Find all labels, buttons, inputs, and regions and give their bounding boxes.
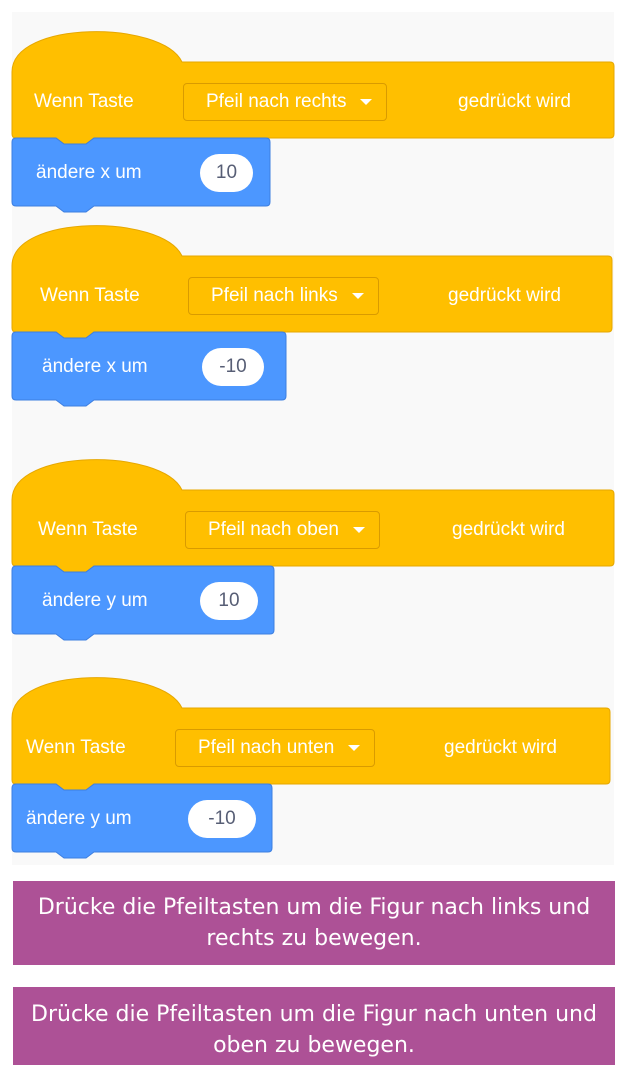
script-shapes <box>11 31 615 213</box>
script-shapes <box>11 459 615 641</box>
motion-label: ändere x um <box>42 356 148 377</box>
key-dropdown[interactable]: Pfeil nach links <box>188 277 379 315</box>
script-arrow-left: Wenn Taste Pfeil nach links gedrückt wir… <box>11 224 614 424</box>
key-dropdown-label: Pfeil nach oben <box>208 519 339 540</box>
key-dropdown-label: Pfeil nach rechts <box>206 91 347 112</box>
motion-label: ändere y um <box>26 808 132 829</box>
script-shapes <box>11 677 611 859</box>
hat-prefix: Wenn Taste <box>40 285 140 306</box>
chevron-down-icon <box>360 99 373 105</box>
hat-prefix: Wenn Taste <box>38 519 138 540</box>
key-dropdown[interactable]: Pfeil nach rechts <box>183 83 388 121</box>
key-dropdown[interactable]: Pfeil nach oben <box>185 511 380 549</box>
hat-suffix: gedrückt wird <box>452 519 565 540</box>
instruction-banner: Drücke die Pfeiltasten um die Figur nach… <box>13 881 615 965</box>
hat-suffix: gedrückt wird <box>458 91 571 112</box>
value-input[interactable]: -10 <box>188 800 256 838</box>
chevron-down-icon <box>348 745 361 751</box>
motion-label: ändere y um <box>42 590 148 611</box>
key-dropdown[interactable]: Pfeil nach unten <box>175 729 376 767</box>
instruction-banner: Drücke die Pfeiltasten um die Figur nach… <box>13 987 615 1065</box>
hat-prefix: Wenn Taste <box>26 737 126 758</box>
script-shapes <box>11 225 613 407</box>
code-area: Wenn Taste Pfeil nach rechts gedrückt wi… <box>11 12 615 865</box>
value-input[interactable]: -10 <box>202 348 264 386</box>
script-arrow-up: Wenn Taste Pfeil nach oben gedrückt wird… <box>11 458 615 658</box>
key-dropdown-label: Pfeil nach unten <box>198 737 335 758</box>
chevron-down-icon <box>351 293 364 299</box>
hat-suffix: gedrückt wird <box>448 285 561 306</box>
key-dropdown-label: Pfeil nach links <box>211 285 338 306</box>
hat-suffix: gedrückt wird <box>444 737 557 758</box>
motion-label: ändere x um <box>36 162 142 183</box>
value-input[interactable]: 10 <box>200 582 258 620</box>
script-arrow-right: Wenn Taste Pfeil nach rechts gedrückt wi… <box>11 30 615 230</box>
hat-prefix: Wenn Taste <box>34 91 134 112</box>
value-input[interactable]: 10 <box>200 154 253 192</box>
script-arrow-down: Wenn Taste Pfeil nach unten gedrückt wir… <box>11 676 614 876</box>
chevron-down-icon <box>353 527 365 533</box>
